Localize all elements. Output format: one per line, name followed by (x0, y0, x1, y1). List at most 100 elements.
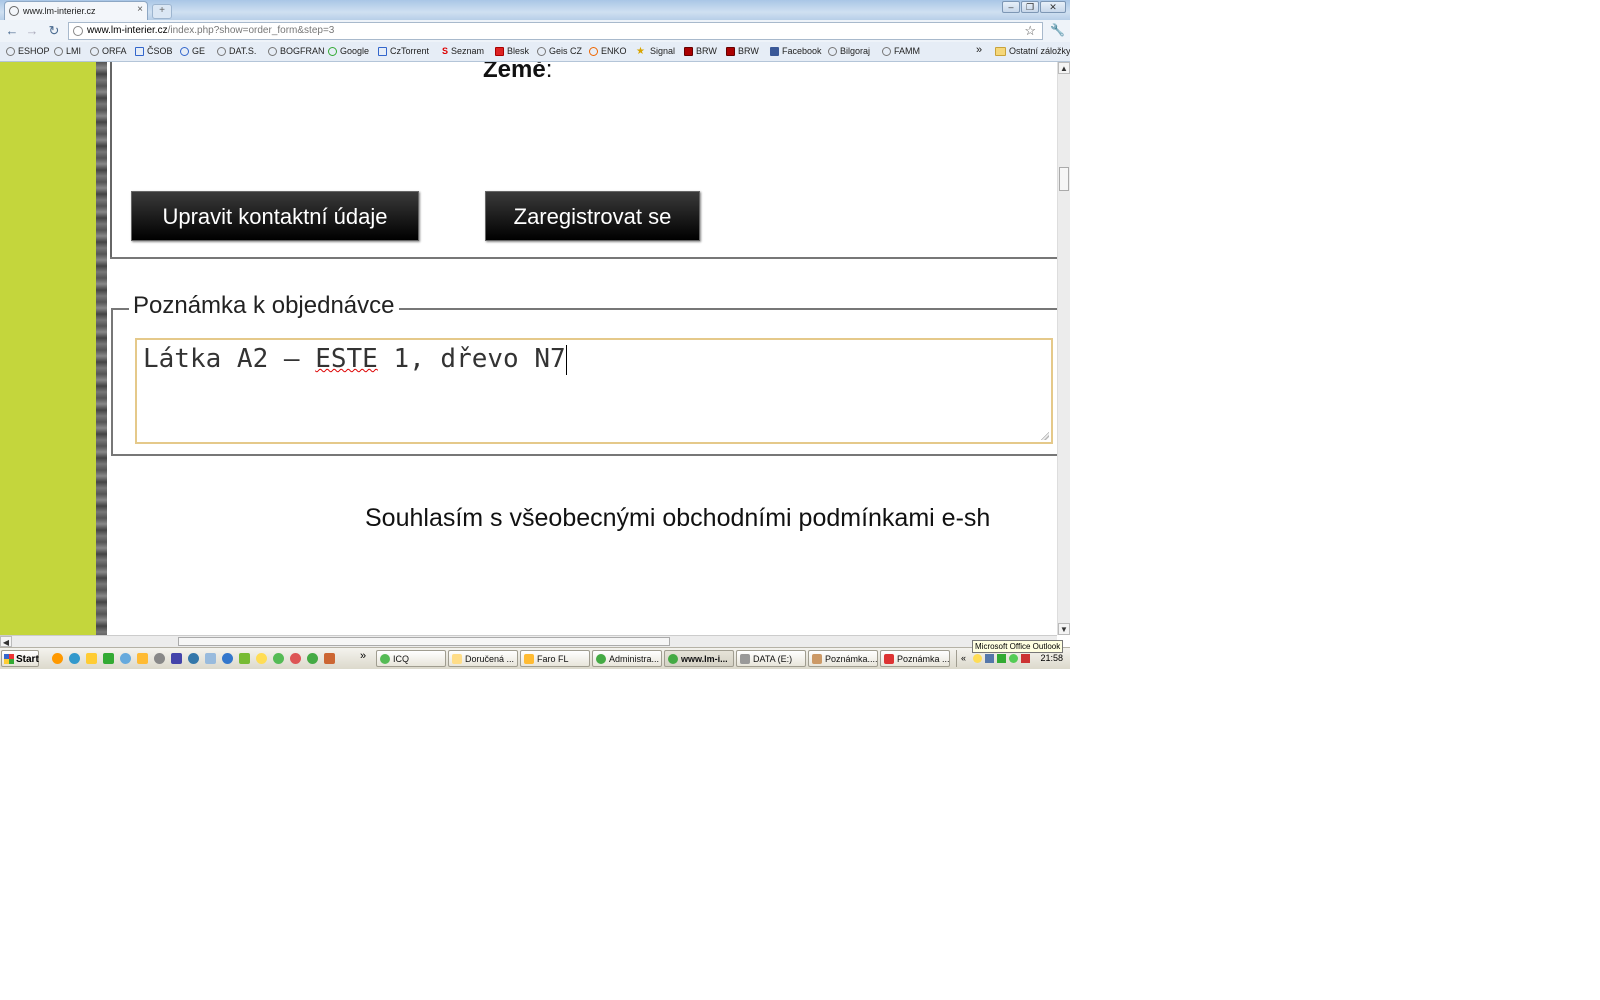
globe-icon (6, 46, 15, 56)
task-label: DATA (E:) (753, 654, 793, 664)
other-bookmarks[interactable]: Ostatní záložky (995, 46, 1070, 56)
bookmark-lmi[interactable]: LMI (54, 46, 81, 56)
globe-icon[interactable] (188, 653, 199, 664)
bookmark-facebook[interactable]: Facebook (770, 46, 822, 56)
bookmark-ge[interactable]: GE (180, 46, 205, 56)
page-viewport: Země: Upravit kontaktní údaje Zaregistro… (0, 62, 1057, 635)
wrench-icon[interactable]: 🔧 (1050, 23, 1065, 37)
bookmark-label: BRW (696, 46, 717, 56)
bookmark-dats[interactable]: DAT.S. (217, 46, 256, 56)
scroll-down-icon[interactable]: ▼ (1058, 623, 1070, 635)
security-icon[interactable] (1021, 654, 1030, 663)
horizontal-scroll-thumb[interactable] (178, 637, 670, 646)
icq-icon (380, 654, 390, 664)
bookmark-label: DAT.S. (229, 46, 257, 56)
network-icon[interactable] (985, 654, 994, 663)
close-window-icon[interactable]: ✕ (1040, 1, 1066, 13)
window-icon[interactable] (171, 653, 182, 664)
note-text-misspelled: ESTE (315, 344, 378, 374)
country-label: Země: (483, 62, 552, 84)
bookmark-eshop[interactable]: ESHOP (6, 46, 50, 56)
address-bar[interactable]: www.lm-interier.cz/index.php?show=order_… (68, 22, 1043, 40)
restore-icon[interactable]: ❐ (1021, 1, 1039, 13)
icq-tray-icon[interactable] (1009, 654, 1018, 663)
bookmark-csob[interactable]: ČSOB (135, 46, 173, 56)
vertical-scroll-thumb[interactable] (1059, 167, 1069, 191)
bookmark-star-icon[interactable]: ☆ (1024, 23, 1036, 39)
bookmark-geis[interactable]: Geis CZ (537, 46, 582, 56)
folder-icon[interactable] (137, 653, 148, 664)
title-bar: www.lm-interier.cz × + – ❐ ✕ (0, 0, 1070, 20)
bookmark-google[interactable]: Google (328, 46, 369, 56)
bookmark-orfa[interactable]: ORFA (90, 46, 127, 56)
ie-icon[interactable] (69, 653, 80, 664)
vertical-scrollbar[interactable]: ▲ ▼ (1057, 62, 1070, 635)
text-caret (565, 344, 567, 375)
decorative-border (96, 62, 107, 635)
people-icon[interactable] (86, 653, 97, 664)
bookmark-label: ENKO (601, 46, 627, 56)
start-button[interactable]: Start (1, 650, 39, 667)
task-note-2[interactable]: Poznámka ... (880, 650, 950, 667)
bookmark-cztorrent[interactable]: CzTorrent (378, 46, 429, 56)
tab-close-icon[interactable]: × (137, 4, 143, 15)
task-data-drive[interactable]: DATA (E:) (736, 650, 806, 667)
task-note-1[interactable]: Poznámka.... (808, 650, 878, 667)
forward-arrow-icon[interactable]: → (24, 23, 40, 39)
messenger-icon[interactable] (256, 653, 267, 664)
refresh-icon[interactable] (120, 653, 131, 664)
scroll-up-icon[interactable]: ▲ (1058, 62, 1070, 74)
task-admin[interactable]: Administra... (592, 650, 662, 667)
back-arrow-icon[interactable]: ← (4, 23, 20, 39)
bookmark-brw-2[interactable]: BRW (726, 46, 759, 56)
signal-icon[interactable] (997, 654, 1006, 663)
chrome-icon[interactable] (307, 653, 318, 664)
bookmark-label: ORFA (102, 46, 127, 56)
scroll-left-icon[interactable]: ◀ (0, 636, 12, 647)
globe-icon (217, 46, 226, 56)
drive-icon (740, 654, 750, 664)
outlook-tray-icon[interactable] (973, 654, 982, 663)
bookmark-bogfran[interactable]: BOGFRAN (268, 46, 325, 56)
quicklaunch-more-button[interactable]: » (360, 650, 366, 662)
task-icq[interactable]: ICQ (376, 650, 446, 667)
edit-contact-button[interactable]: Upravit kontaktní údaje (131, 191, 419, 241)
search-icon[interactable] (222, 653, 233, 664)
task-label: www.lm-i... (681, 654, 728, 664)
ge-icon (180, 46, 189, 56)
taskbar: Start » ICQ Doručená ... Faro FL Adminis… (0, 647, 1070, 669)
b-icon[interactable] (239, 653, 250, 664)
minimize-icon[interactable]: – (1002, 1, 1020, 13)
bookmark-enko[interactable]: ENKO (589, 46, 627, 56)
bookmark-famm[interactable]: FAMM (882, 46, 920, 56)
bookmark-seznam[interactable]: S Seznam (442, 46, 484, 56)
new-tab-button[interactable]: + (152, 4, 172, 19)
task-label: Poznámka ... (897, 654, 950, 664)
bookmark-bilgoraj[interactable]: Bilgoraj (828, 46, 870, 56)
bookmark-label: Facebook (782, 46, 822, 56)
sync-icon[interactable] (154, 653, 165, 664)
horizontal-scrollbar[interactable]: ◀ (0, 635, 1057, 647)
icq-icon[interactable] (273, 653, 284, 664)
order-note-textarea[interactable]: Látka A2 – ESTE 1, dřevo N7 (135, 338, 1053, 444)
task-inbox[interactable]: Doručená ... (448, 650, 518, 667)
terms-agreement-label[interactable]: Souhlasím s všeobecnými obchodními podmí… (365, 504, 990, 533)
bookmark-brw-1[interactable]: BRW (684, 46, 717, 56)
reload-icon[interactable]: ↻ (46, 23, 62, 39)
browser-tab[interactable]: www.lm-interier.cz × (4, 1, 148, 20)
task-faro[interactable]: Faro FL (520, 650, 590, 667)
register-button[interactable]: Zaregistrovat se (485, 191, 700, 241)
media-icon[interactable] (290, 653, 301, 664)
paint-icon (884, 654, 894, 664)
bookmark-blesk[interactable]: Blesk (495, 46, 529, 56)
resize-handle-icon[interactable] (1041, 432, 1049, 440)
bookmarks-more-button[interactable]: » (976, 44, 982, 56)
bookmark-signal[interactable]: ★ Signal (636, 46, 675, 56)
screen: www.lm-interier.cz × + – ❐ ✕ ← → ↻ www.l… (0, 0, 1070, 669)
excel-icon[interactable] (103, 653, 114, 664)
edit-icon[interactable] (205, 653, 216, 664)
firefox-icon[interactable] (52, 653, 63, 664)
app-icon[interactable] (324, 653, 335, 664)
tray-expand-button[interactable]: « (961, 650, 966, 667)
task-lm-interier[interactable]: www.lm-i... (664, 650, 734, 667)
